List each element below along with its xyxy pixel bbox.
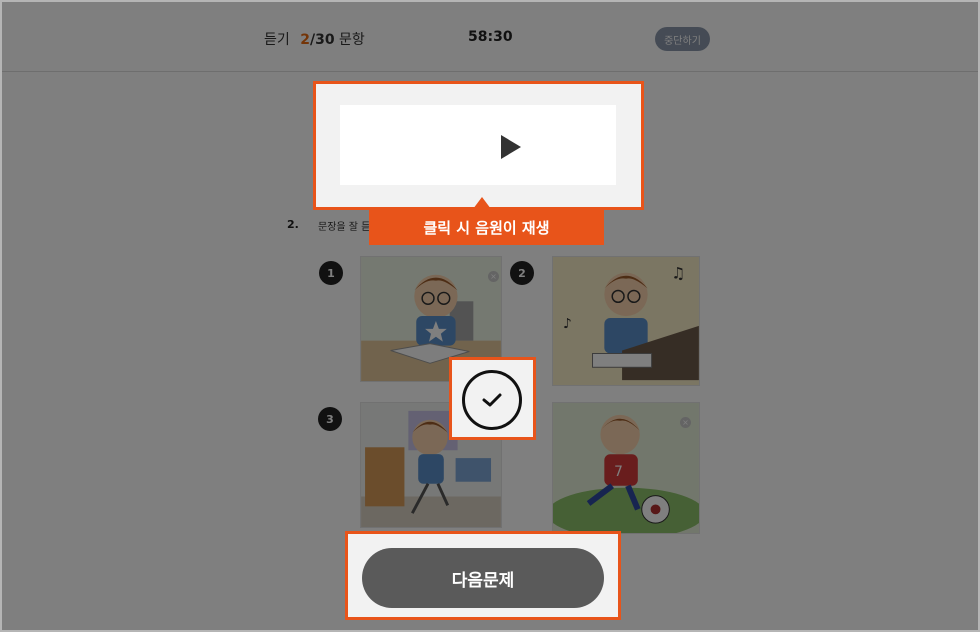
play-tooltip: 클릭 시 음원이 재생 xyxy=(369,209,604,245)
play-icon[interactable] xyxy=(501,135,521,159)
answer-check-highlight xyxy=(449,357,536,440)
check-icon xyxy=(482,393,502,407)
tooltip-arrow xyxy=(473,197,491,209)
exam-window: 듣기 2/30 문항 58:30 중단하기 2. 문장을 잘 듣 1 × 2 xyxy=(0,0,980,632)
next-button-highlight: 다음문제 xyxy=(345,531,621,620)
next-question-button[interactable]: 다음문제 xyxy=(362,548,604,608)
audio-player[interactable] xyxy=(340,105,616,185)
selected-answer-check[interactable] xyxy=(462,370,522,430)
audio-player-highlight xyxy=(313,81,644,210)
